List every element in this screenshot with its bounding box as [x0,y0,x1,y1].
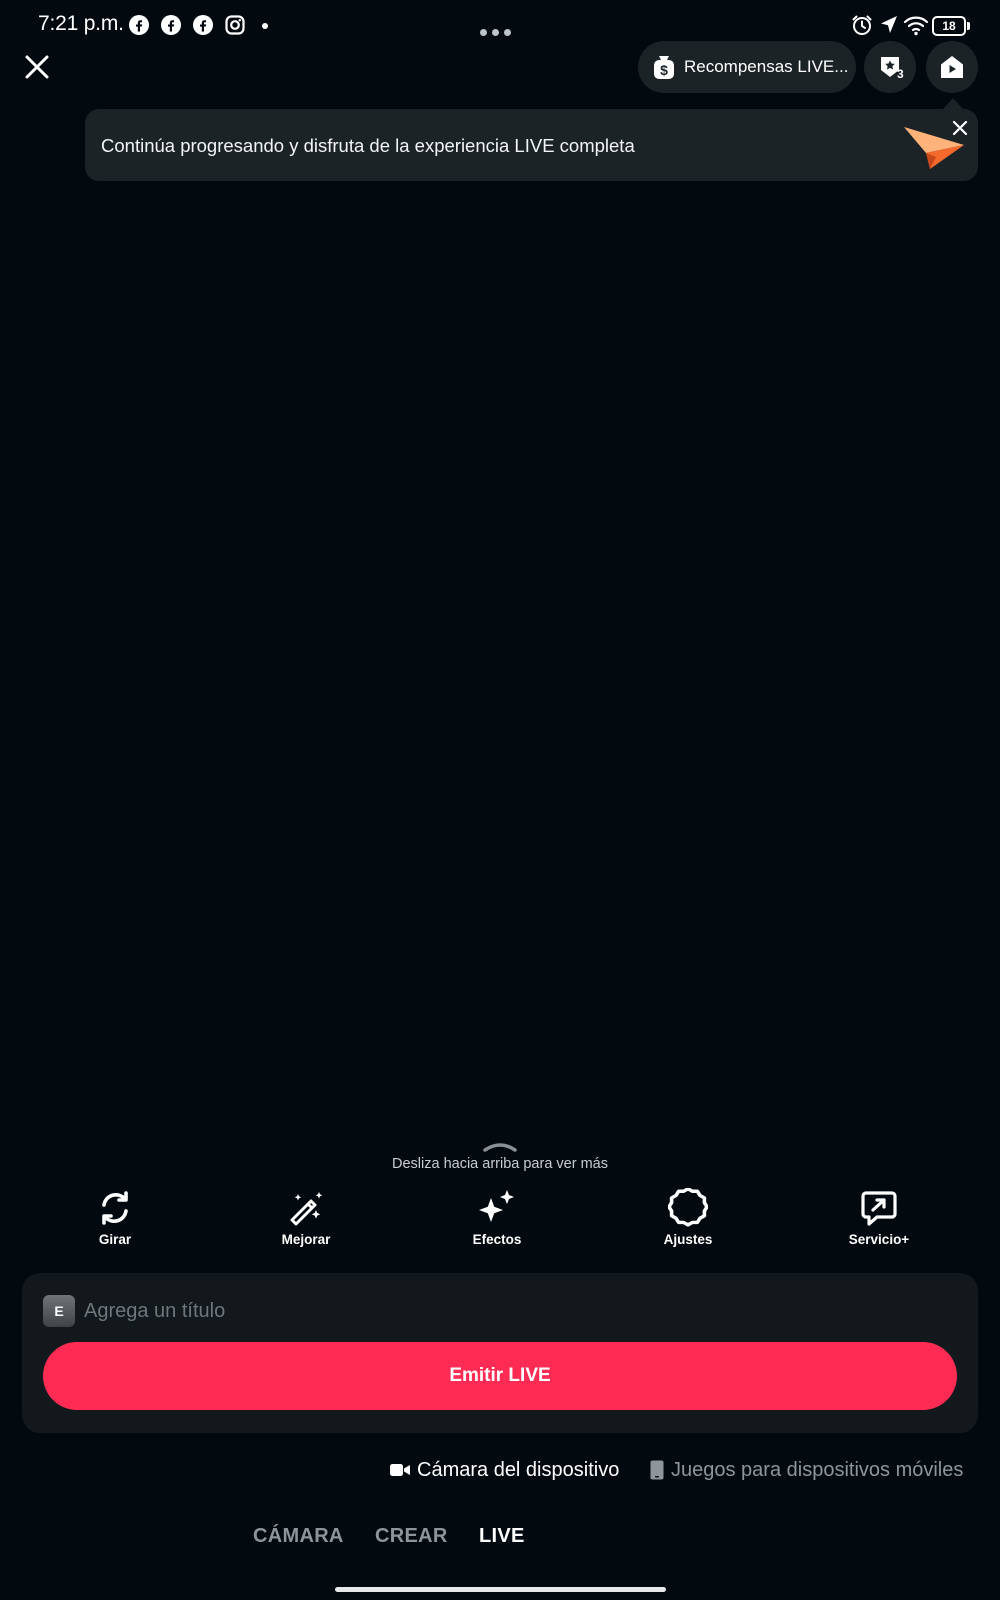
title-badge[interactable]: E [43,1295,75,1327]
tab-camera[interactable]: CÁMARA [253,1525,344,1548]
magic-wand-icon [290,1192,323,1226]
close-button[interactable] [22,52,52,82]
flip-camera-button[interactable]: Girar [55,1188,175,1248]
location-arrow-icon [879,14,899,41]
video-camera-icon [390,1464,410,1476]
source-camera-label: Cámara del dispositivo [417,1458,620,1481]
effects-button[interactable]: Efectos [437,1188,557,1248]
clock: 7:21 p.m. [38,12,124,35]
instagram-icon [225,15,245,35]
go-live-panel: E Emitir LIVE [22,1273,978,1433]
tab-create[interactable]: CREAR [375,1525,448,1548]
more-dots-icon[interactable] [480,23,520,36]
go-live-button[interactable]: Emitir LIVE [43,1342,957,1410]
rank-count: 3 [897,67,904,81]
settings-button[interactable]: Ajustes [628,1188,748,1248]
tooltip-close-button[interactable] [951,119,969,137]
live-rewards-button[interactable]: $ Recompensas LIVE... [638,41,856,93]
battery-tip [967,22,970,30]
more-notifications-dot [262,23,268,29]
service-plus-button[interactable]: Servicio+ [819,1188,939,1248]
live-rewards-label: Recompensas LIVE... [684,57,849,76]
tooltip-pointer [943,98,963,109]
alarm-icon [851,14,873,41]
settings-label: Ajustes [663,1232,713,1247]
progress-tooltip: Continúa progresando y disfruta de la ex… [85,109,978,181]
money-bag-icon: $ [654,56,674,79]
svg-text:$: $ [660,62,668,78]
sparkles-icon [479,1190,514,1222]
battery-indicator: 18 [932,16,966,36]
chevron-up-icon [483,1143,517,1152]
close-icon [952,120,968,136]
swipe-up-hint: Desliza hacia arriba para ver más [392,1156,608,1172]
service-plus-label: Servicio+ [848,1232,910,1247]
source-mobile-games[interactable]: Juegos para dispositivos móviles [650,1458,963,1482]
source-device-camera[interactable]: Cámara del dispositivo [390,1458,619,1482]
enhance-button[interactable]: Mejorar [246,1188,366,1248]
source-games-label: Juegos para dispositivos móviles [671,1458,964,1481]
title-input[interactable] [84,1295,924,1327]
close-icon [25,55,49,79]
facebook-icon [193,15,213,35]
chat-arrow-icon [861,1191,897,1226]
flip-camera-icon [102,1191,128,1225]
home-play-icon [941,56,963,78]
wifi-icon [903,14,929,41]
tooltip-text: Continúa progresando y disfruta de la ex… [101,135,635,156]
tab-live[interactable]: LIVE [479,1525,525,1548]
status-bar: 7:21 p.m. 18 [0,0,1000,52]
flip-label: Girar [98,1232,132,1247]
facebook-icon [161,15,181,35]
enhance-label: Mejorar [281,1232,331,1247]
live-center-button[interactable] [926,41,978,93]
home-indicator[interactable] [335,1587,666,1592]
rank-button[interactable]: 3 [864,41,916,93]
facebook-icon [129,15,149,35]
phone-icon [650,1460,664,1480]
effects-label: Efectos [472,1232,522,1247]
settings-gear-icon [668,1188,708,1227]
